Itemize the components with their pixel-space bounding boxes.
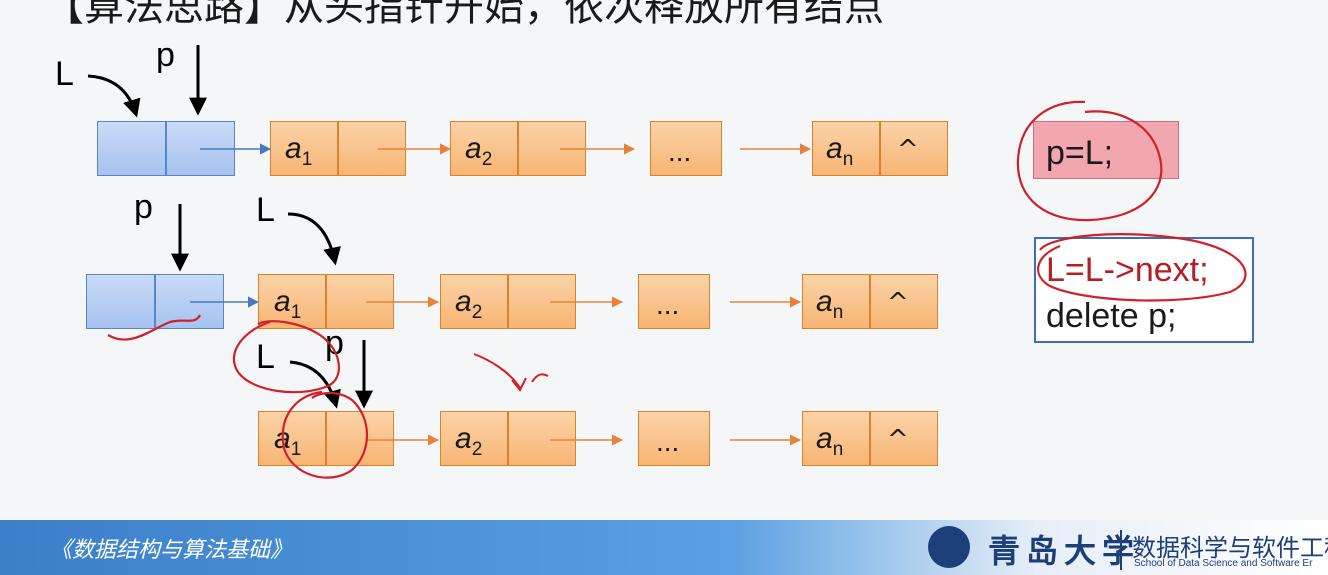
annotation-circle <box>281 390 369 479</box>
course-title: 《数据结构与算法基础》 <box>50 538 293 563</box>
arrows-and-annotations <box>87 45 1247 479</box>
annotation-circle <box>1037 233 1247 302</box>
annotation-underline <box>107 314 201 341</box>
school-name-en: School of Data Science and Software Er <box>1134 558 1313 569</box>
university-logo-icon <box>928 526 970 568</box>
annotation-circle <box>232 320 340 394</box>
annotation-arrow <box>473 353 549 392</box>
university-name: 青岛大学 <box>988 532 1141 570</box>
footer-divider <box>1120 530 1122 570</box>
footer-bar: 《数据结构与算法基础》 青岛大学 数据科学与软件工程 School of Dat… <box>0 520 1328 575</box>
pointer-arrow-L <box>87 74 141 118</box>
pointer-arrow-L <box>287 212 341 266</box>
annotation-circle <box>1016 100 1163 222</box>
